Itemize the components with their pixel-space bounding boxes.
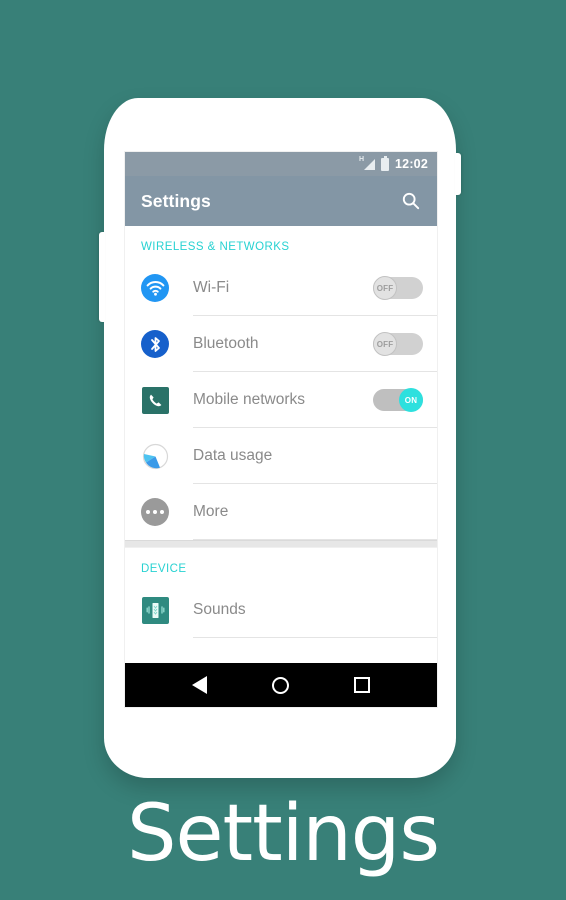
volume-rocker-button[interactable] xyxy=(99,232,105,322)
power-button[interactable] xyxy=(455,153,461,195)
wifi-icon xyxy=(141,274,169,302)
page-caption: Settings xyxy=(127,789,440,879)
settings-row-label: Wi-Fi xyxy=(193,279,230,296)
phone-handset-icon xyxy=(141,386,169,414)
settings-row-label: Sounds xyxy=(193,601,246,618)
status-clock: 12:02 xyxy=(395,157,428,171)
settings-row-data-usage[interactable]: Data usage xyxy=(125,428,437,484)
phone-screen: H 12:02 Settings WIRELESS & NETWORKS Wi-… xyxy=(125,152,437,707)
home-circle-icon[interactable] xyxy=(264,668,298,702)
toggle-state-label: OFF xyxy=(373,276,397,300)
settings-row-more[interactable]: More xyxy=(125,484,437,540)
section-header-wireless: WIRELESS & NETWORKS xyxy=(141,241,290,253)
section-separator xyxy=(125,540,437,548)
row-divider xyxy=(193,539,437,540)
settings-row-mobile-networks[interactable]: Mobile networks ON xyxy=(125,372,437,428)
row-divider xyxy=(193,637,437,638)
settings-row-wifi[interactable]: Wi-Fi OFF xyxy=(125,260,437,316)
toggle-state-label: OFF xyxy=(373,332,397,356)
navigation-bar xyxy=(125,663,437,707)
bluetooth-toggle[interactable]: OFF xyxy=(373,332,423,356)
mobile-networks-toggle[interactable]: ON xyxy=(373,388,423,412)
battery-icon xyxy=(381,155,390,171)
toggle-state-label: ON xyxy=(399,388,423,412)
settings-row-label: More xyxy=(193,503,229,520)
signal-bars-shape xyxy=(364,158,376,170)
recents-square-icon[interactable] xyxy=(345,668,379,702)
settings-list[interactable]: WIRELESS & NETWORKS Wi-Fi OFF Bluetooth … xyxy=(125,226,437,663)
settings-row-label: Mobile networks xyxy=(193,391,305,408)
settings-row-bluetooth[interactable]: Bluetooth OFF xyxy=(125,316,437,372)
more-dots-icon xyxy=(141,498,169,526)
bluetooth-icon xyxy=(141,330,169,358)
app-bar: Settings xyxy=(125,176,437,226)
settings-row-label: Bluetooth xyxy=(193,335,259,352)
phone-frame: H 12:02 Settings WIRELESS & NETWORKS Wi-… xyxy=(99,98,461,778)
page-title: Settings xyxy=(141,190,211,211)
search-icon[interactable] xyxy=(399,189,423,213)
settings-row-label: Data usage xyxy=(193,447,273,464)
wifi-toggle[interactable]: OFF xyxy=(373,276,423,300)
signal-triangle-icon: H xyxy=(359,156,376,171)
status-bar: H 12:02 xyxy=(125,152,437,176)
pie-chart-icon xyxy=(141,442,169,470)
section-header-device: DEVICE xyxy=(141,563,187,575)
settings-row-sounds[interactable]: Sounds xyxy=(125,582,437,638)
vibrating-phone-icon xyxy=(141,596,169,624)
back-triangle-icon[interactable] xyxy=(183,668,217,702)
